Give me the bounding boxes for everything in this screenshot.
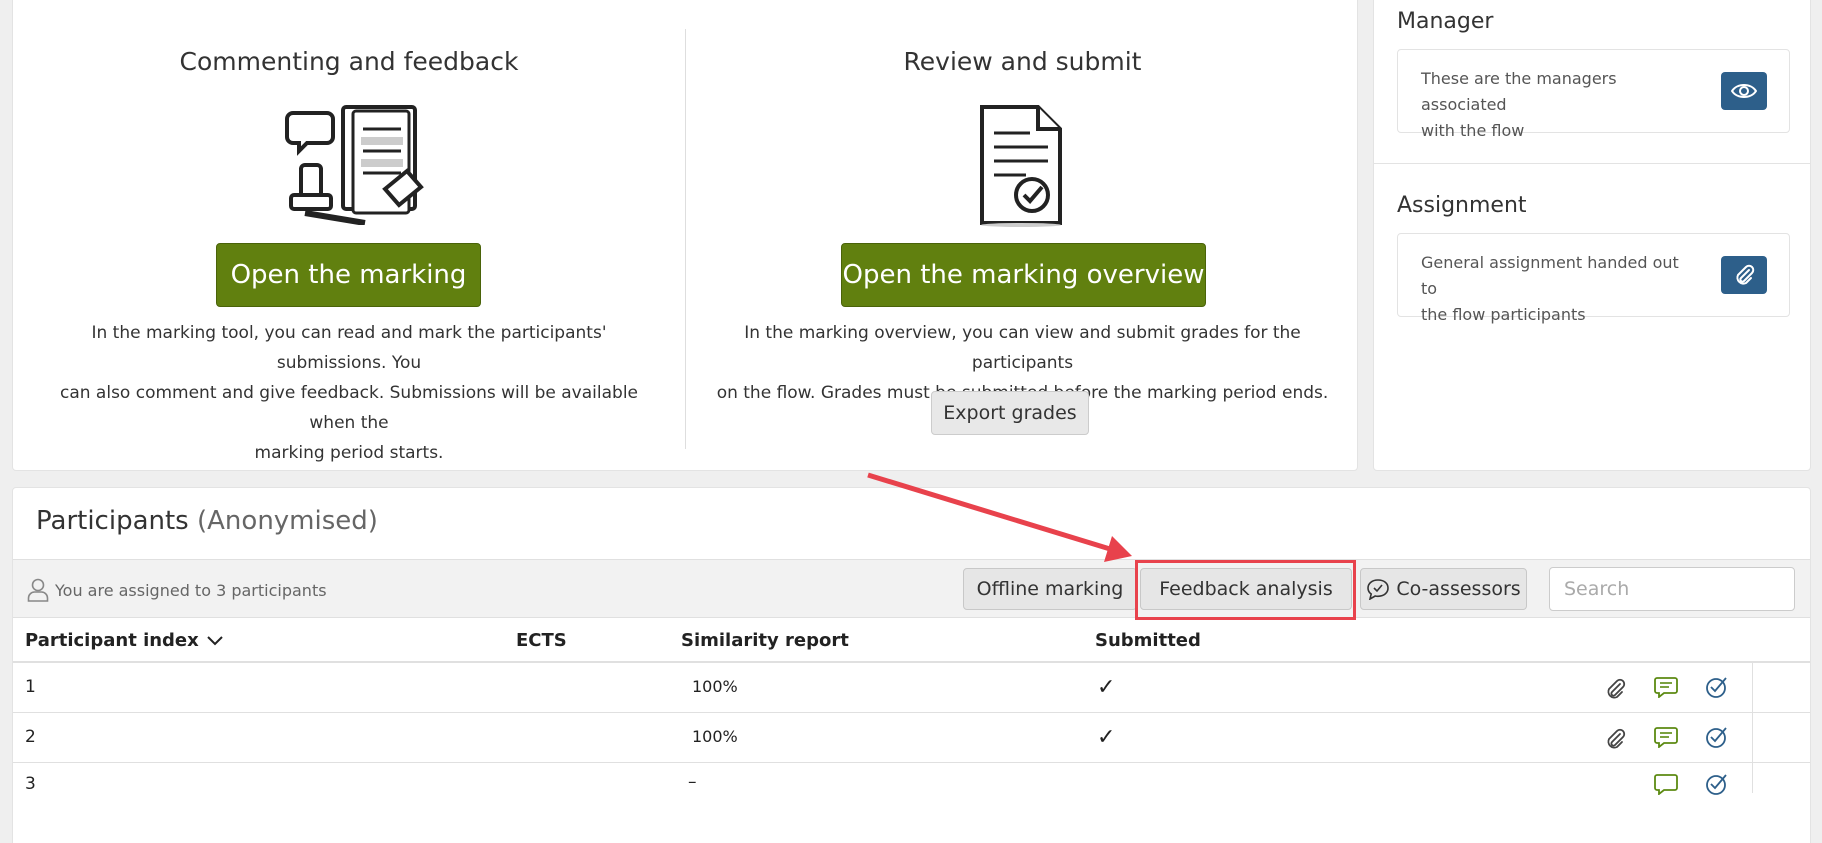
search-input[interactable] xyxy=(1549,567,1795,611)
column-header-ects: ECTS xyxy=(516,630,567,651)
actions-column-divider xyxy=(1752,663,1753,793)
sidebar-separator xyxy=(1374,163,1810,164)
assignment-description-line: the flow participants xyxy=(1421,305,1586,324)
row-1-feedback[interactable] xyxy=(1654,675,1678,699)
assignment-heading: Assignment xyxy=(1397,193,1527,218)
row-2-attachment[interactable] xyxy=(1603,727,1627,751)
participants-toolbar: You are assigned to 3 participants Offli… xyxy=(13,559,1810,618)
participants-title: Participants xyxy=(36,506,189,536)
review-description-line: In the marking overview, you can view an… xyxy=(744,323,1301,373)
chat-check-icon xyxy=(1367,579,1390,600)
header-divider xyxy=(13,661,1810,663)
row-divider xyxy=(13,762,1810,763)
row-3-review[interactable] xyxy=(1705,772,1729,796)
comment-filled-icon xyxy=(1654,727,1678,748)
participants-heading: Participants (Anonymised) xyxy=(36,506,378,536)
row-1-review[interactable] xyxy=(1705,675,1729,699)
commenting-description-line: marking period starts. xyxy=(254,443,444,463)
assignment-description-line: General assignment handed out to xyxy=(1421,253,1679,298)
column-header-submitted: Submitted xyxy=(1095,630,1201,651)
assignment-description: General assignment handed out to the flo… xyxy=(1421,250,1691,328)
row-2-similarity[interactable]: 100% xyxy=(692,727,738,746)
manager-description-line: with the flow xyxy=(1421,121,1525,140)
comment-empty-icon xyxy=(1654,774,1678,795)
eye-icon xyxy=(1731,84,1757,98)
commenting-column: Commenting and feedback Open the marking… xyxy=(13,0,685,470)
row-2-index: 2 xyxy=(25,727,36,747)
row-2-review[interactable] xyxy=(1705,725,1729,749)
assigned-info: You are assigned to 3 participants xyxy=(27,578,327,602)
review-title: Review and submit xyxy=(903,47,1142,76)
offline-marking-button[interactable]: Offline marking xyxy=(963,568,1137,610)
user-icon xyxy=(27,578,49,602)
row-1-similarity[interactable]: 100% xyxy=(692,677,738,696)
row-3-similarity: – xyxy=(688,772,697,792)
view-assignment-button[interactable] xyxy=(1721,256,1767,294)
co-assessors-label: Co-assessors xyxy=(1396,578,1521,600)
assigned-text: You are assigned to 3 participants xyxy=(55,580,327,600)
paperclip-icon xyxy=(1736,264,1755,285)
co-assessors-button[interactable]: Co-assessors xyxy=(1360,568,1527,610)
chevron-down-icon xyxy=(207,635,223,645)
view-managers-button[interactable] xyxy=(1721,72,1767,110)
review-document-illustration xyxy=(980,105,1062,227)
row-1-submitted-check: ✓ xyxy=(1097,675,1116,700)
check-circle-icon xyxy=(1706,677,1727,698)
participants-subtitle: (Anonymised) xyxy=(197,506,378,536)
column-header-participant-index[interactable]: Participant index xyxy=(25,630,223,651)
column-header-similarity: Similarity report xyxy=(681,630,849,651)
row-3-index: 3 xyxy=(25,774,36,794)
feedback-analysis-highlight xyxy=(1135,560,1356,620)
participant-index-label: Participant index xyxy=(25,630,199,651)
manager-description: These are the managers associated with t… xyxy=(1421,66,1691,144)
manager-description-line: These are the managers associated xyxy=(1421,69,1617,114)
row-2-submitted-check: ✓ xyxy=(1097,725,1116,750)
check-circle-icon xyxy=(1706,727,1727,748)
export-grades-button[interactable]: Export grades xyxy=(931,391,1089,435)
check-circle-icon xyxy=(1706,774,1727,795)
comment-filled-icon xyxy=(1654,677,1678,698)
commenting-description-line: In the marking tool, you can read and ma… xyxy=(91,323,607,373)
commenting-description: In the marking tool, you can read and ma… xyxy=(43,318,655,468)
marking-tool-illustration xyxy=(285,105,424,225)
row-1-attachment[interactable] xyxy=(1603,677,1627,701)
manager-heading: Manager xyxy=(1397,9,1494,34)
open-marking-overview-button[interactable]: Open the marking overview xyxy=(841,243,1206,307)
paperclip-icon xyxy=(1607,728,1626,749)
participants-card: Participants (Anonymised) You are assign… xyxy=(12,487,1811,843)
open-marking-tool-button[interactable]: Open the marking tool xyxy=(216,243,481,352)
commenting-title: Commenting and feedback xyxy=(179,47,519,76)
assignment-box: General assignment handed out to the flo… xyxy=(1397,233,1790,324)
commenting-description-line: can also comment and give feedback. Subm… xyxy=(59,383,639,433)
manager-box: These are the managers associated with t… xyxy=(1397,49,1790,140)
sidebar-card: Manager These are the managers associate… xyxy=(1373,0,1811,471)
row-2-feedback[interactable] xyxy=(1654,725,1678,749)
row-3-feedback[interactable] xyxy=(1654,772,1678,796)
marking-card: Commenting and feedback Open the marking… xyxy=(12,0,1358,471)
paperclip-icon xyxy=(1607,678,1626,699)
row-1-index: 1 xyxy=(25,677,36,697)
row-divider xyxy=(13,712,1810,713)
